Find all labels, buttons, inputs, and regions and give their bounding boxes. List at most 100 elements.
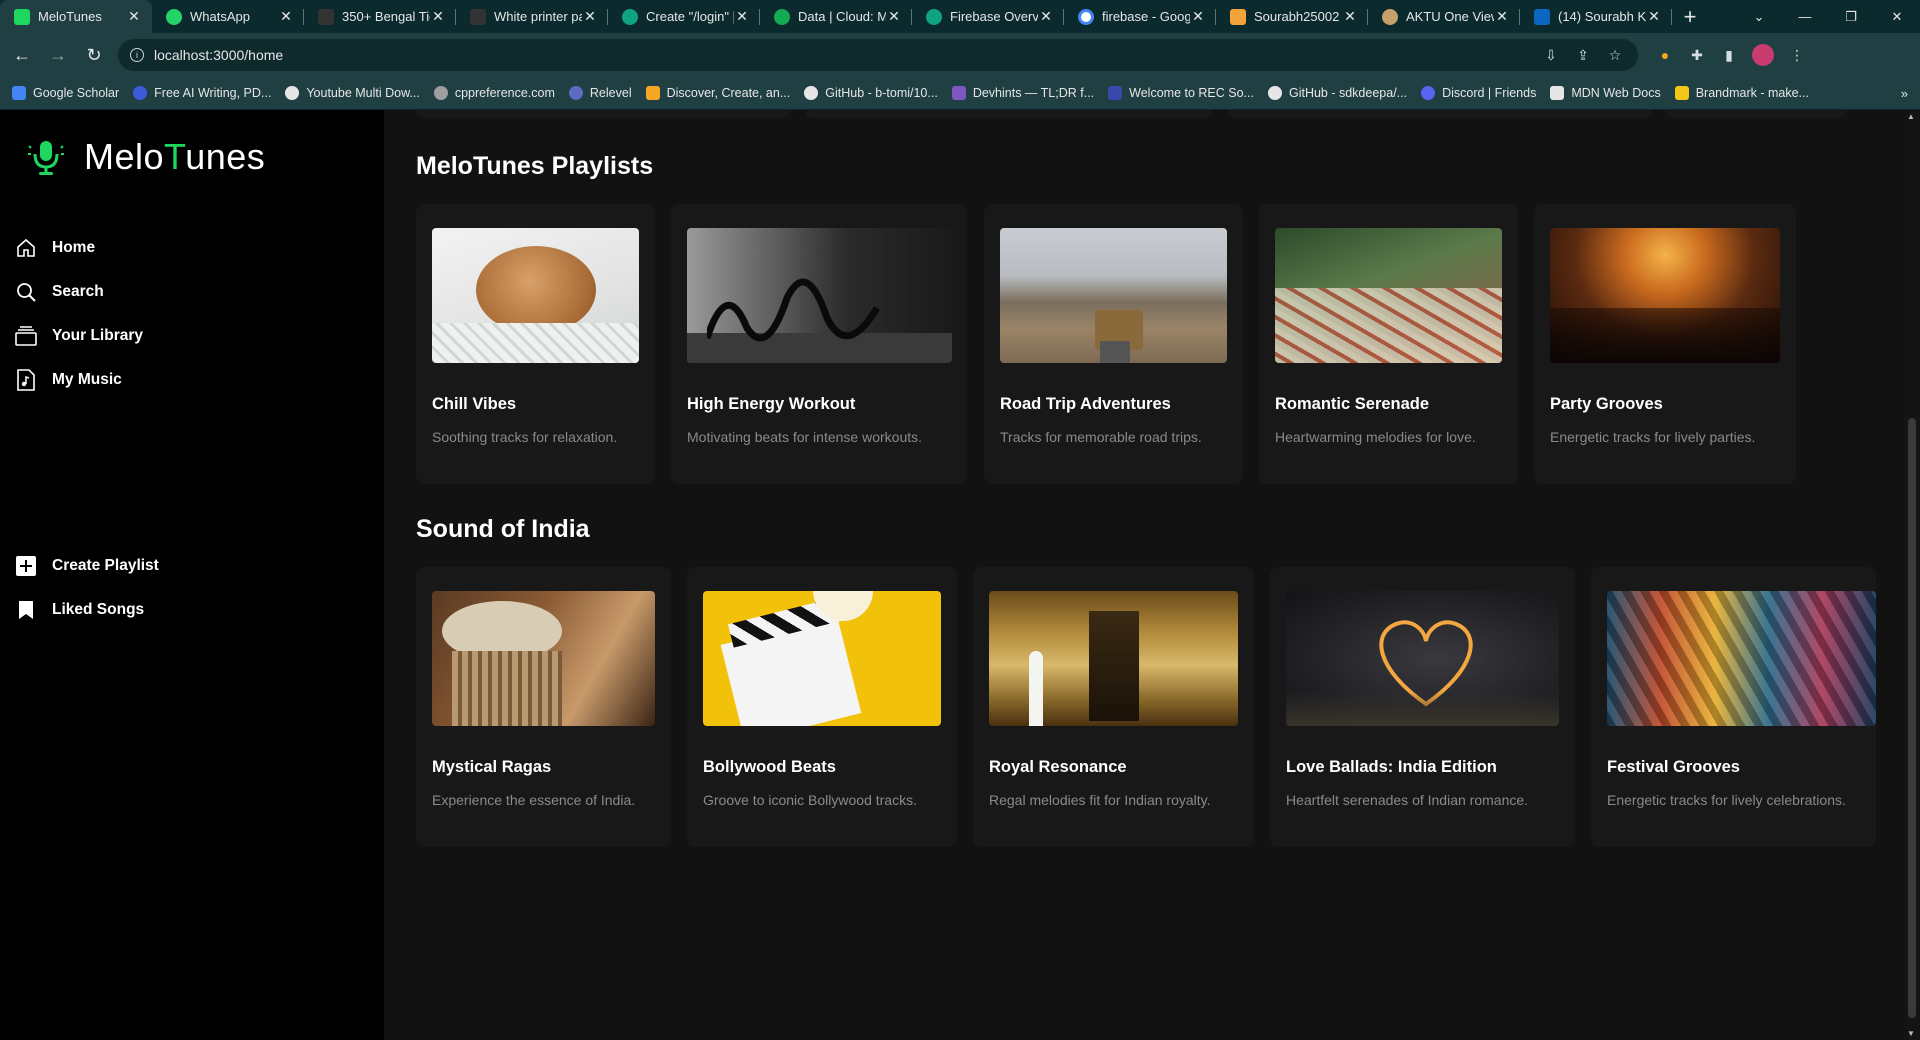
playlist-card[interactable]: Royal Resonance Regal melodies fit for I…	[973, 567, 1254, 847]
playlist-card[interactable]: Mystical Ragas Experience the essence of…	[416, 567, 671, 847]
sidebar-actions: Create Playlist Liked Songs	[14, 544, 159, 632]
browser-tab[interactable]: WhatsApp ✕	[152, 0, 304, 33]
new-tab-button[interactable]: +	[1672, 0, 1708, 33]
menu-kebab-icon[interactable]: ⋮	[1788, 47, 1806, 64]
bookmark-star-icon[interactable]: ☆	[1606, 47, 1624, 64]
bookmark-item[interactable]: Welcome to REC So...	[1108, 86, 1254, 100]
playlist-title: Royal Resonance	[989, 758, 1127, 776]
playlist-cover-image	[1607, 591, 1876, 726]
browser-tab[interactable]: White printer pa ✕	[456, 0, 608, 33]
tab-search-icon[interactable]: ⌄	[1736, 0, 1782, 33]
scrollbar-thumb[interactable]	[1908, 418, 1916, 1018]
bookmark-item[interactable]: Brandmark - make...	[1674, 86, 1809, 100]
close-tab-icon[interactable]: ✕	[278, 8, 294, 25]
bookmark-item[interactable]: cppreference.com	[433, 86, 555, 100]
back-arrow-icon[interactable]: ←	[8, 41, 36, 69]
tab-title: firebase - Goog	[1102, 9, 1190, 24]
tab-title: MeloTunes	[38, 9, 102, 24]
share-icon[interactable]: ⇪	[1574, 47, 1592, 64]
profile-avatar-icon[interactable]	[1752, 44, 1774, 66]
bookmarks-overflow-icon[interactable]: »	[1901, 86, 1908, 101]
close-window-icon[interactable]: ✕	[1874, 0, 1920, 33]
sidebar-item-home[interactable]: Home	[14, 226, 143, 270]
create-playlist-button[interactable]: Create Playlist	[14, 544, 159, 588]
install-app-icon[interactable]: ⇩	[1542, 47, 1560, 64]
sidebar-item-library[interactable]: Your Library	[14, 314, 143, 358]
bookmark-favicon-icon	[1108, 86, 1123, 100]
browser-tab[interactable]: Create "/login" | ✕	[608, 0, 760, 33]
close-tab-icon[interactable]: ✕	[1646, 8, 1662, 25]
playlist-description: Experience the essence of India.	[432, 792, 636, 808]
playlist-cover-image	[703, 591, 941, 726]
playlist-card[interactable]: Road Trip Adventures Tracks for memorabl…	[984, 204, 1243, 484]
playlist-card[interactable]: Chill Vibes Soothing tracks for relaxati…	[416, 204, 655, 484]
bookmark-item[interactable]: Relevel	[568, 86, 632, 100]
browser-tab[interactable]: Data | Cloud: M ✕	[760, 0, 912, 33]
close-tab-icon[interactable]: ✕	[1038, 8, 1054, 25]
site-info-icon[interactable]: i	[130, 48, 144, 62]
address-bar[interactable]: i localhost:3000/home ⇩ ⇪ ☆	[118, 39, 1638, 71]
playlist-cover-image	[1550, 228, 1780, 363]
browser-tab[interactable]: firebase - Goog ✕	[1064, 0, 1216, 33]
tab-favicon-icon	[1382, 8, 1398, 25]
browser-tab[interactable]: Sourabh25002 ✕	[1216, 0, 1368, 33]
sidebar-item-search[interactable]: Search	[14, 270, 143, 314]
tab-favicon-icon	[14, 8, 30, 25]
tab-title: Data | Cloud: M	[798, 9, 886, 24]
page-scrollbar[interactable]: ▲ ▼	[1904, 110, 1920, 1040]
extensions-puzzle-icon[interactable]: ✚	[1688, 47, 1706, 64]
playlist-card[interactable]: Love Ballads: India Edition Heartfelt se…	[1270, 567, 1575, 847]
close-tab-icon[interactable]: ✕	[1342, 8, 1358, 25]
close-tab-icon[interactable]: ✕	[886, 8, 902, 25]
browser-tab[interactable]: AKTU One View ✕	[1368, 0, 1520, 33]
music-file-icon	[14, 368, 38, 392]
bookmark-favicon-icon	[951, 86, 966, 100]
scroll-down-arrow-icon[interactable]: ▼	[1907, 1029, 1915, 1038]
app-logo[interactable]: MeloTunes	[28, 136, 265, 178]
bookmark-item[interactable]: Devhints — TL;DR f...	[951, 86, 1094, 100]
restore-icon[interactable]: ❐	[1828, 0, 1874, 33]
playlist-card[interactable]: Party Grooves Energetic tracks for livel…	[1534, 204, 1796, 484]
close-tab-icon[interactable]: ✕	[1494, 8, 1510, 25]
playlist-card[interactable]: Romantic Serenade Heartwarming melodies …	[1259, 204, 1518, 484]
playlist-description: Heartfelt serenades of Indian romance.	[1286, 792, 1529, 808]
extension-icon[interactable]: ●	[1656, 47, 1674, 63]
bookmark-item[interactable]: GitHub - sdkdeepa/...	[1267, 86, 1407, 100]
forward-arrow-icon[interactable]: →	[44, 41, 72, 69]
bookmark-item[interactable]: Youtube Multi Dow...	[285, 86, 420, 100]
bookmark-item[interactable]: Free AI Writing, PD...	[133, 86, 271, 100]
close-tab-icon[interactable]: ✕	[126, 8, 142, 25]
scroll-up-arrow-icon[interactable]: ▲	[1907, 112, 1915, 121]
playlist-card[interactable]: High Energy Workout Motivating beats for…	[671, 204, 967, 484]
playlist-title: Party Grooves	[1550, 395, 1663, 413]
side-panel-icon[interactable]: ▮	[1720, 47, 1738, 64]
playlist-title: Chill Vibes	[432, 395, 517, 413]
home-icon	[14, 236, 38, 260]
github-icon	[804, 86, 819, 100]
browser-tab[interactable]: MeloTunes ✕	[0, 0, 152, 33]
close-tab-icon[interactable]: ✕	[582, 8, 598, 25]
reload-icon[interactable]: ↻	[80, 41, 108, 69]
close-tab-icon[interactable]: ✕	[430, 8, 446, 25]
bookmark-item[interactable]: MDN Web Docs	[1550, 86, 1661, 100]
bookmark-icon	[14, 598, 38, 622]
playlist-description: Tracks for memorable road trips.	[1000, 429, 1202, 445]
tab-favicon-icon	[1078, 8, 1094, 25]
close-tab-icon[interactable]: ✕	[734, 8, 750, 25]
sidebar-item-my-music[interactable]: My Music	[14, 358, 143, 402]
browser-tab[interactable]: Firebase Overvi ✕	[912, 0, 1064, 33]
close-tab-icon[interactable]: ✕	[1190, 8, 1206, 25]
bookmark-item[interactable]: Discover, Create, an...	[645, 86, 790, 100]
minimize-icon[interactable]: —	[1782, 0, 1828, 33]
bookmark-item[interactable]: GitHub - b-tomi/10...	[804, 86, 938, 100]
tab-title: Create "/login" |	[646, 9, 734, 24]
browser-tab[interactable]: 350+ Bengal Tig ✕	[304, 0, 456, 33]
browser-tab[interactable]: (14) Sourabh Ku ✕	[1520, 0, 1672, 33]
tab-title: AKTU One View	[1406, 9, 1494, 24]
bookmark-item[interactable]: Discord | Friends	[1421, 86, 1536, 100]
github-icon	[1267, 86, 1282, 100]
liked-songs-button[interactable]: Liked Songs	[14, 588, 159, 632]
playlist-card[interactable]: Bollywood Beats Groove to iconic Bollywo…	[687, 567, 957, 847]
bookmark-item[interactable]: Google Scholar	[12, 86, 119, 100]
playlist-card[interactable]: Festival Grooves Energetic tracks for li…	[1591, 567, 1876, 847]
